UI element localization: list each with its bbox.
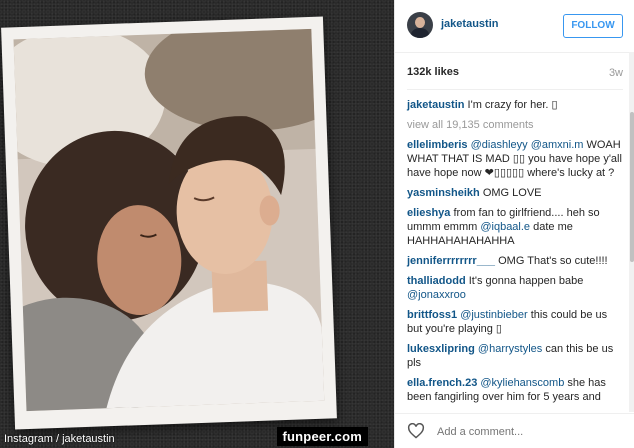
comment-username[interactable]: lukesxlipring (407, 343, 475, 355)
scrollbar-thumb[interactable] (630, 112, 634, 262)
watermark-logo: funpeer.com (276, 427, 368, 446)
comment-item: lukesxlipring @harrystyles can this be u… (407, 342, 623, 370)
comment-username[interactable]: elieshya (407, 207, 450, 219)
comment-item: jenniferrrrrrrr___ OMG That's so cute!!!… (407, 254, 623, 268)
likes-row: 132k likes 3w (407, 53, 623, 90)
caption-username[interactable]: jaketaustin (407, 99, 464, 111)
polaroid-frame (1, 16, 337, 430)
comment-item: ella.french.23 @kyliehanscomb she has be… (407, 376, 623, 404)
comment-mention[interactable]: @diashleyy @amxni.m (471, 139, 584, 151)
comment-username[interactable]: ella.french.23 (407, 377, 477, 389)
post-sidebar: jaketaustin FOLLOW 132k likes 3w jaketau… (394, 0, 634, 448)
comment-item: elieshya from fan to girlfriend.... heh … (407, 206, 623, 248)
comment-item: ellelimberis @diashleyy @amxni.m WOAH WH… (407, 138, 623, 180)
view-all-comments-link[interactable]: view all 19,135 comments (407, 118, 623, 132)
comment-mention[interactable]: @kyliehanscomb (480, 377, 564, 389)
photo-backdrop: Instagram / jaketaustin funpeer.com (0, 0, 394, 448)
comments-list: jaketaustin I'm crazy for her. ▯ view al… (395, 90, 634, 404)
comment-username[interactable]: thalliadodd (407, 275, 466, 287)
comment-item: brittfoss1 @justinbieber this could be u… (407, 308, 623, 336)
comment-item: yasminsheikh OMG LOVE (407, 186, 623, 200)
comment-text: It's gonna happen babe (468, 275, 584, 287)
comment-mention[interactable]: @harrystyles (478, 343, 542, 355)
post-header: jaketaustin FOLLOW (395, 0, 634, 53)
comment-text: OMG LOVE (482, 187, 542, 199)
add-comment-bar (395, 413, 634, 448)
caption-text: I'm crazy for her. ▯ (467, 99, 558, 111)
follow-button[interactable]: FOLLOW (563, 14, 623, 38)
comments-scrollbar[interactable] (629, 52, 634, 412)
comment-username[interactable]: yasminsheikh (407, 187, 480, 199)
comment-mention[interactable]: @iqbaal.e (480, 221, 530, 233)
likes-count[interactable]: 132k likes (407, 66, 459, 78)
comment-mention[interactable]: @jonaxxroo (407, 289, 466, 301)
heart-icon[interactable] (407, 423, 425, 439)
comment-item: thalliadodd It's gonna happen babe @jona… (407, 274, 623, 302)
comment-text: OMG That's so cute!!!! (498, 255, 608, 267)
comment-mention[interactable]: @justinbieber (460, 309, 527, 321)
header-username[interactable]: jaketaustin (441, 18, 498, 30)
comment-username[interactable]: jenniferrrrrrrr___ (407, 255, 495, 267)
caption: jaketaustin I'm crazy for her. ▯ (407, 98, 623, 112)
avatar[interactable] (407, 12, 433, 38)
photo-credit: Instagram / jaketaustin (4, 433, 115, 445)
comment-username[interactable]: brittfoss1 (407, 309, 457, 321)
comment-username[interactable]: ellelimberis (407, 139, 468, 151)
post-photo (13, 28, 325, 412)
add-comment-input[interactable] (435, 422, 589, 442)
post-time[interactable]: 3w (609, 67, 623, 79)
